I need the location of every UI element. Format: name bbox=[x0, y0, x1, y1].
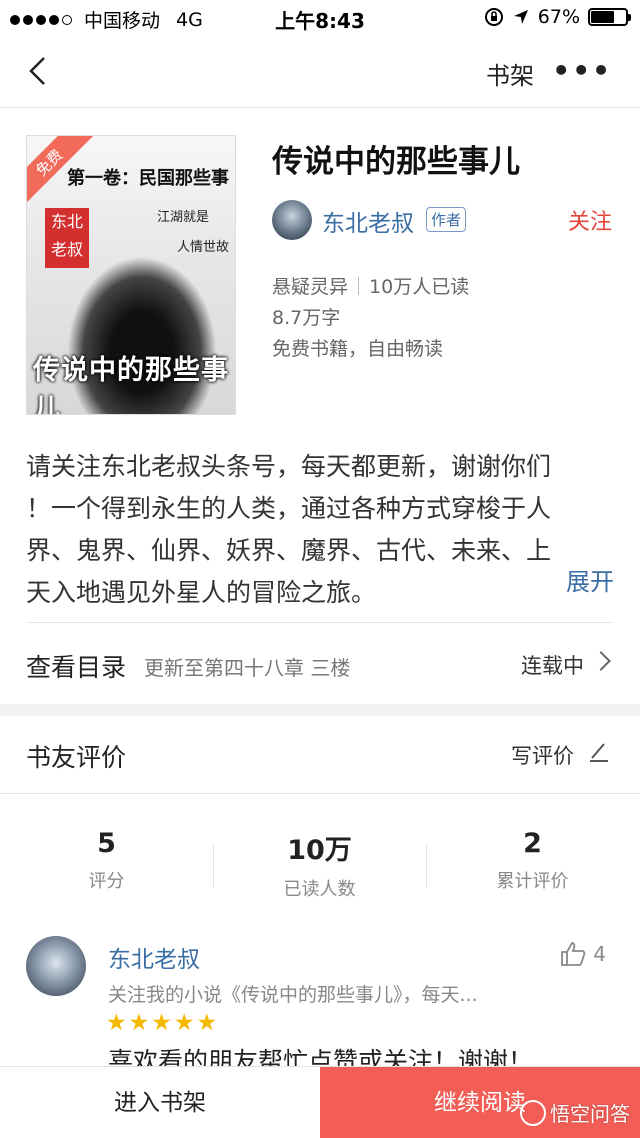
star-icon: ★ bbox=[106, 1010, 127, 1036]
description-line: ！一个得到永生的人类，通过各种方式穿梭于人 bbox=[26, 494, 552, 523]
cover-volume-text: 第一卷：民国那些事 bbox=[67, 168, 229, 189]
free-note-label: 免费书籍，自由畅读 bbox=[272, 338, 444, 360]
cover-title: 传说中的那些事儿 bbox=[33, 355, 229, 415]
book-title: 传说中的那些事儿 bbox=[272, 144, 520, 180]
wukong-logo-icon bbox=[520, 1099, 546, 1126]
battery-fill bbox=[591, 11, 614, 23]
status-bar: 中国移动 4G 上午8:43 67% bbox=[0, 0, 640, 36]
serial-status: 连载中 bbox=[521, 654, 584, 678]
star-icon: ★ bbox=[151, 1010, 172, 1036]
genre-label: 悬疑灵异 bbox=[272, 276, 349, 298]
star-icon: ★ bbox=[196, 1010, 218, 1036]
nav-bar: 书架 ••• bbox=[0, 36, 640, 108]
reviewer-name[interactable]: 东北老叔 bbox=[108, 940, 200, 974]
like-count: 4 bbox=[593, 942, 606, 966]
book-description: 请关注东北老叔头条号，每天都更新，谢谢你们 ！一个得到永生的人类，通过各种方式穿… bbox=[26, 446, 616, 614]
review-item: 东北老叔 4 关注我的小说《传说中的那些事儿》，每天... ★ ★ ★ ★ ★ 喜欢看的… bbox=[26, 936, 614, 1076]
toc-row[interactable]: 查看目录 更新至第四十八章 三楼 连载中 bbox=[26, 632, 614, 696]
stat-label: 评分 bbox=[88, 871, 125, 892]
stat-value: 2 bbox=[523, 828, 542, 859]
location-icon bbox=[513, 10, 528, 24]
author-name-link[interactable]: 东北老叔 bbox=[322, 204, 414, 238]
word-count-label: 8.7万字 bbox=[272, 307, 341, 329]
pencil-icon[interactable] bbox=[588, 740, 610, 762]
stat-value: 10万 bbox=[287, 835, 352, 866]
battery-icon bbox=[588, 8, 631, 26]
review-quote: 关注我的小说《传说中的那些事儿》，每天... bbox=[108, 984, 478, 1006]
reviews-header: 书友评价 写评价 bbox=[0, 716, 640, 794]
section-gap bbox=[0, 704, 640, 716]
description-line: 界、鬼界、仙界、妖界、魔界、古代、未来、上 bbox=[26, 536, 552, 565]
cover-seal: 东北老叔 bbox=[45, 208, 89, 268]
star-icon: ★ bbox=[173, 1010, 195, 1036]
stat-readers: 10万 已读人数 bbox=[213, 816, 426, 901]
author-row: 东北老叔 作者 关注 bbox=[272, 198, 612, 242]
reviews-title: 书友评价 bbox=[26, 743, 127, 772]
meta-divider bbox=[358, 277, 360, 295]
follow-button[interactable]: 关注 bbox=[568, 204, 612, 236]
review-stats: 5 评分 10万 已读人数 2 累计评价 bbox=[0, 816, 640, 906]
toc-label: 查看目录 bbox=[26, 653, 127, 682]
readers-label: 10万人已读 bbox=[369, 276, 470, 298]
battery-percent: 67% bbox=[537, 6, 580, 28]
thumbs-up-icon bbox=[561, 942, 586, 966]
expand-button[interactable]: 展开 bbox=[558, 562, 614, 597]
rating-stars: ★ ★ ★ ★ ★ bbox=[106, 1010, 217, 1036]
like-button[interactable]: 4 bbox=[559, 940, 606, 968]
divider bbox=[26, 622, 614, 623]
write-review-button[interactable]: 写评价 bbox=[511, 740, 574, 770]
watermark: 悟空问答 bbox=[520, 1098, 630, 1127]
book-cover[interactable]: 第一卷：民国那些事 东北老叔 江湖就是 人情世故 传说中的那些事儿 免费 bbox=[26, 135, 236, 415]
cover-side-text-2: 人情世故 bbox=[177, 240, 230, 255]
shelf-button[interactable]: 书架 bbox=[486, 56, 534, 91]
toc-update-text: 更新至第四十八章 三楼 bbox=[144, 656, 351, 680]
reviewer-avatar[interactable] bbox=[26, 936, 86, 996]
description-line: 天入地遇见外星人的冒险之旅。 bbox=[26, 578, 377, 607]
stat-label: 累计评价 bbox=[496, 871, 569, 892]
description-line: 请关注东北老叔头条号，每天都更新，谢谢你们 bbox=[26, 452, 552, 481]
rotation-lock-icon bbox=[484, 8, 503, 26]
stat-label: 已读人数 bbox=[283, 879, 356, 900]
stat-reviews: 2 累计评价 bbox=[426, 816, 639, 893]
more-menu-button[interactable]: ••• bbox=[552, 54, 612, 87]
book-detail-page: 中国移动 4G 上午8:43 67% 书架 ••• 第一卷：民国那些事 东北老叔… bbox=[0, 0, 640, 1138]
author-avatar[interactable] bbox=[272, 200, 312, 240]
status-right: 67% bbox=[484, 6, 631, 28]
watermark-text: 悟空问答 bbox=[550, 1102, 630, 1126]
chevron-right-icon bbox=[591, 651, 611, 671]
author-badge: 作者 bbox=[426, 207, 467, 232]
star-icon: ★ bbox=[128, 1010, 150, 1036]
add-to-shelf-button[interactable]: 进入书架 bbox=[0, 1067, 320, 1138]
cover-side-text-1: 江湖就是 bbox=[157, 210, 210, 225]
stat-rating: 5 评分 bbox=[0, 816, 213, 893]
back-arrow-icon[interactable] bbox=[22, 54, 56, 88]
stat-value: 5 bbox=[97, 828, 116, 859]
book-meta-row-1: 悬疑灵异 10万人已读 bbox=[272, 272, 469, 299]
